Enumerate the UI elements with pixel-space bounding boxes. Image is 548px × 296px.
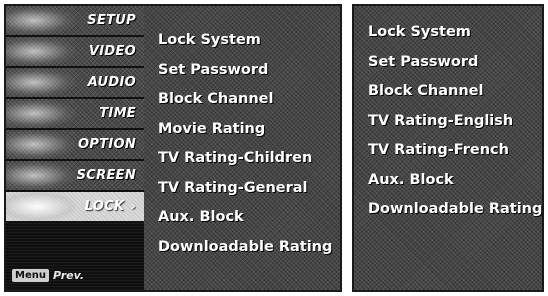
menu-item-set-password[interactable]: Set Password xyxy=(368,48,542,78)
menu-item-movie-rating[interactable]: Movie Rating xyxy=(158,115,340,145)
tab-label: LOCK xyxy=(84,199,125,214)
menu-item-set-password[interactable]: Set Password xyxy=(158,56,340,86)
tab-label: AUDIO xyxy=(87,75,136,90)
menu-item-downloadable-rating[interactable]: Downloadable Rating xyxy=(368,195,542,225)
tab-label-wrap: LOCK › xyxy=(85,199,136,214)
option-thumb-icon xyxy=(6,130,76,159)
tab-label: VIDEO xyxy=(88,44,136,59)
tab-time[interactable]: TIME xyxy=(6,99,144,130)
tab-video[interactable]: VIDEO xyxy=(6,37,144,68)
screen-thumb-icon xyxy=(6,161,76,190)
menu-item-aux-block[interactable]: Aux. Block xyxy=(158,203,340,233)
lock-thumb-icon xyxy=(6,192,76,221)
tab-label: TIME xyxy=(99,106,136,121)
menu-item-tv-rating-children[interactable]: TV Rating-Children xyxy=(158,144,340,174)
menu-item-block-channel[interactable]: Block Channel xyxy=(368,77,542,107)
main-menu-sidebar: SETUP VIDEO AUDIO TIME OPTION SCREEN LOC… xyxy=(6,6,144,290)
tab-setup[interactable]: SETUP xyxy=(6,6,144,37)
lock-menu-panel-us: SETUP VIDEO AUDIO TIME OPTION SCREEN LOC… xyxy=(4,4,342,292)
menu-item-lock-system[interactable]: Lock System xyxy=(158,26,340,56)
setup-thumb-icon xyxy=(6,6,76,35)
tab-screen[interactable]: SCREEN xyxy=(6,161,144,192)
chevron-right-icon: › xyxy=(131,200,136,213)
menu-item-lock-system[interactable]: Lock System xyxy=(368,18,542,48)
video-thumb-icon xyxy=(6,37,76,66)
tab-option[interactable]: OPTION xyxy=(6,130,144,161)
tab-lock[interactable]: LOCK › xyxy=(6,192,144,223)
footer-hint: Menu Prev. xyxy=(12,269,84,282)
menu-item-aux-block[interactable]: Aux. Block xyxy=(368,166,542,196)
lock-submenu-list: Lock System Set Password Block Channel T… xyxy=(354,6,542,225)
prev-hint-text: Prev. xyxy=(52,269,85,282)
audio-thumb-icon xyxy=(6,68,76,97)
tab-label: SETUP xyxy=(87,13,136,28)
menu-item-downloadable-rating[interactable]: Downloadable Rating xyxy=(158,233,340,263)
tab-audio[interactable]: AUDIO xyxy=(6,68,144,99)
menu-item-block-channel[interactable]: Block Channel xyxy=(158,85,340,115)
time-thumb-icon xyxy=(6,99,76,128)
lock-submenu-list: Lock System Set Password Block Channel M… xyxy=(144,6,340,262)
menu-item-tv-rating-french[interactable]: TV Rating-French xyxy=(368,136,542,166)
menu-item-tv-rating-general[interactable]: TV Rating-General xyxy=(158,174,340,204)
lock-menu-panel-canada: Lock System Set Password Block Channel T… xyxy=(352,4,544,292)
menu-key-icon: Menu xyxy=(12,269,49,282)
menu-item-tv-rating-english[interactable]: TV Rating-English xyxy=(368,107,542,137)
tab-label: SCREEN xyxy=(76,168,136,183)
tab-label: OPTION xyxy=(77,137,136,152)
lock-submenu: Lock System Set Password Block Channel M… xyxy=(144,6,340,290)
